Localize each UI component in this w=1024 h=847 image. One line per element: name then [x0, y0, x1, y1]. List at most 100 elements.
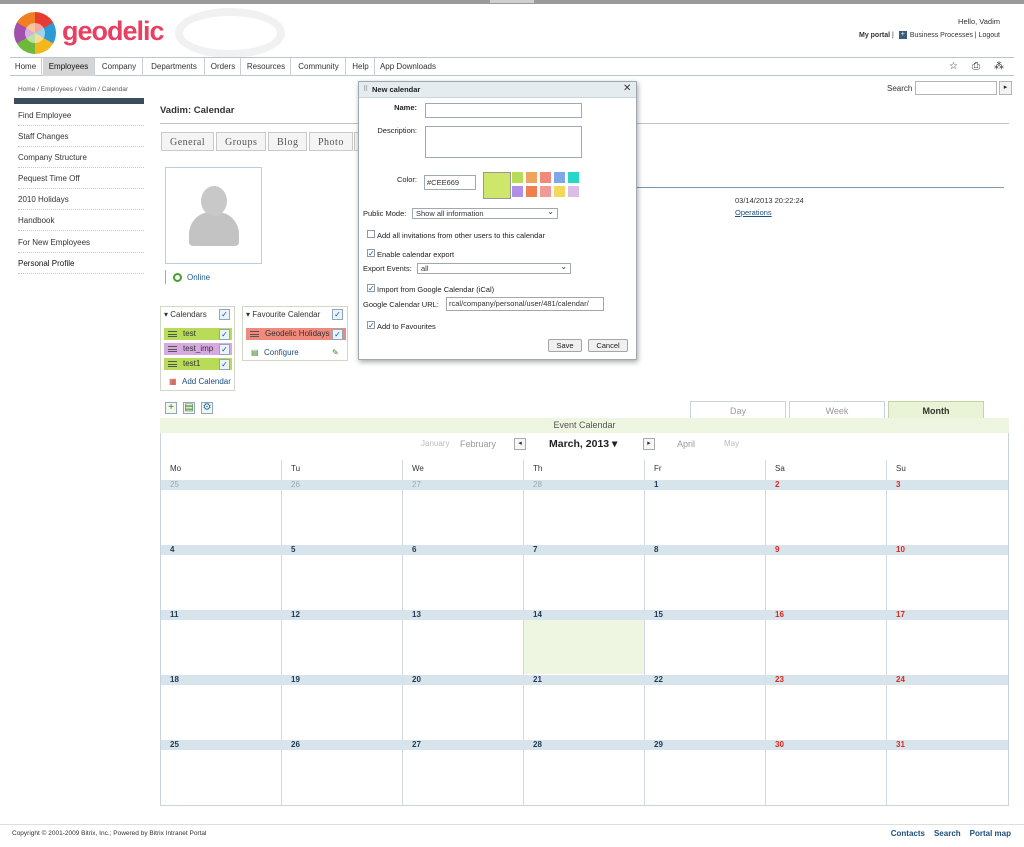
sidebar-item-time-off[interactable]: Pequest Time Off	[18, 168, 144, 189]
configure-icon[interactable]: ▤	[251, 348, 259, 357]
favourite-geodelic-checkbox[interactable]: ✓	[332, 329, 343, 340]
day-number[interactable]: 10	[896, 545, 905, 555]
operations-link[interactable]: Operations	[735, 208, 772, 217]
day-number[interactable]: 25	[170, 740, 179, 750]
print-icon[interactable]: ⎙	[972, 62, 980, 72]
sidebar-item-find-employee[interactable]: Find Employee	[18, 105, 144, 126]
day-number[interactable]: 12	[291, 610, 300, 620]
day-number[interactable]: 9	[775, 545, 779, 555]
sidebar-item-handbook[interactable]: Handbook	[18, 210, 144, 231]
day-number[interactable]: 27	[412, 480, 421, 490]
breadcrumb[interactable]: Home / Employees / Vadim / Calendar	[18, 86, 128, 93]
export-events-select[interactable]: all	[417, 262, 571, 274]
day-number[interactable]: 21	[533, 675, 542, 685]
day-number[interactable]: 7	[533, 545, 537, 555]
view-tab-month[interactable]: Month	[888, 401, 984, 419]
add-event-icon[interactable]: +	[165, 402, 177, 414]
view-tab-week[interactable]: Week	[789, 401, 885, 419]
day-number[interactable]: 18	[170, 675, 179, 685]
calendar-test1-checkbox[interactable]: ✓	[219, 359, 230, 370]
nav-employees[interactable]: Employees	[43, 58, 95, 76]
close-icon[interactable]: ✕	[623, 84, 631, 94]
color-swatch[interactable]	[540, 172, 551, 183]
prev-month-button[interactable]: ◂	[514, 438, 526, 450]
nav-orders[interactable]: Orders	[206, 58, 241, 76]
nav-company[interactable]: Company	[96, 58, 143, 76]
favourite-calendar-header[interactable]: ▾ Favourite Calendar	[246, 310, 320, 319]
day-number[interactable]: 3	[896, 480, 900, 490]
calendars-header[interactable]: ▾ Calendars	[164, 310, 207, 319]
color-swatch[interactable]	[512, 186, 523, 197]
dialog-header[interactable]: ⠿ New calendar ✕	[359, 82, 636, 98]
day-number[interactable]: 29	[654, 740, 663, 750]
day-number[interactable]: 13	[412, 610, 421, 620]
calendar-menu-icon[interactable]	[168, 361, 177, 367]
color-swatch[interactable]	[554, 186, 565, 197]
footer-search-link[interactable]: Search	[934, 829, 961, 838]
color-swatch[interactable]	[512, 172, 523, 183]
month-link-february[interactable]: February	[460, 439, 496, 449]
sidebar-item-staff-changes[interactable]: Staff Changes	[18, 126, 144, 147]
calendar-test-imp-checkbox[interactable]: ✓	[219, 344, 230, 355]
tab-photo[interactable]: Photo	[309, 132, 353, 151]
view-tab-day[interactable]: Day	[690, 401, 786, 419]
add-favourites-checkbox[interactable]: ✓	[367, 321, 375, 330]
day-number[interactable]: 27	[412, 740, 421, 750]
logo-text[interactable]: geodelic	[62, 16, 165, 47]
description-input[interactable]	[425, 126, 582, 158]
calendar-menu-icon[interactable]	[168, 346, 177, 352]
enable-export-checkbox[interactable]: ✓	[367, 249, 375, 258]
day-number[interactable]: 31	[896, 740, 905, 750]
day-number[interactable]: 22	[654, 675, 663, 685]
search-button[interactable]: ▸	[999, 81, 1012, 95]
day-number[interactable]: 16	[775, 610, 784, 620]
tab-blog[interactable]: Blog	[268, 132, 308, 151]
add-calendar-icon[interactable]: ▦	[169, 377, 177, 386]
color-swatch[interactable]	[540, 186, 551, 197]
day-number[interactable]: 23	[775, 675, 784, 685]
month-link-january[interactable]: January	[421, 439, 449, 448]
nav-help[interactable]: Help	[347, 58, 375, 76]
day-number[interactable]: 11	[170, 610, 178, 620]
current-month[interactable]: March, 2013 ▾	[549, 438, 617, 450]
day-number[interactable]: 25	[170, 480, 179, 490]
google-url-input[interactable]: rcal/company/personal/user/481/calendar/	[446, 297, 604, 311]
day-number[interactable]: 1	[654, 480, 658, 490]
day-number[interactable]: 30	[775, 740, 784, 750]
tab-groups[interactable]: Groups	[216, 132, 267, 151]
color-swatch[interactable]	[554, 172, 565, 183]
day-number[interactable]: 4	[170, 545, 174, 555]
name-input[interactable]	[425, 103, 582, 118]
color-swatch[interactable]	[568, 172, 579, 183]
my-portal-link[interactable]: My portal	[859, 32, 890, 39]
star-icon[interactable]: ☆	[949, 62, 958, 72]
calendar-test-checkbox[interactable]: ✓	[219, 329, 230, 340]
configure-edit-icon[interactable]: ✎	[332, 348, 339, 357]
favourite-item-geodelic-holidays[interactable]: Geodelic Holidays	[246, 328, 346, 340]
calendars-toggle-all[interactable]: ✓	[219, 309, 230, 320]
month-link-may[interactable]: May	[724, 439, 739, 448]
next-month-button[interactable]: ▸	[643, 438, 655, 450]
settings-gear-icon[interactable]: ⚙	[201, 402, 213, 414]
day-number[interactable]: 2	[775, 480, 779, 490]
business-processes-link[interactable]: Business Processes	[910, 32, 973, 39]
day-number[interactable]: 20	[412, 675, 421, 685]
configure-link[interactable]: Configure	[264, 348, 299, 357]
day-number[interactable]: 28	[533, 740, 542, 750]
color-input[interactable]: #CEE669	[424, 175, 476, 190]
color-swatch[interactable]	[568, 186, 579, 197]
tab-general[interactable]: General	[161, 132, 215, 151]
drag-handle-icon[interactable]: ⠿	[363, 85, 368, 93]
day-number[interactable]: 19	[291, 675, 300, 685]
footer-portal-map-link[interactable]: Portal map	[970, 829, 1011, 838]
sitemap-icon[interactable]: ⁂	[994, 62, 1004, 72]
add-invitations-checkbox[interactable]	[367, 230, 375, 238]
day-number[interactable]: 15	[654, 610, 663, 620]
sidebar-item-company-structure[interactable]: Company Structure	[18, 147, 144, 168]
day-number[interactable]: 26	[291, 740, 300, 750]
sidebar-item-holidays[interactable]: 2010 Holidays	[18, 189, 144, 210]
add-calendar-link[interactable]: Add Calendar	[182, 377, 231, 386]
save-button[interactable]: Save	[548, 339, 582, 352]
nav-app-downloads[interactable]: App Downloads	[376, 58, 440, 76]
nav-resources[interactable]: Resources	[242, 58, 291, 76]
